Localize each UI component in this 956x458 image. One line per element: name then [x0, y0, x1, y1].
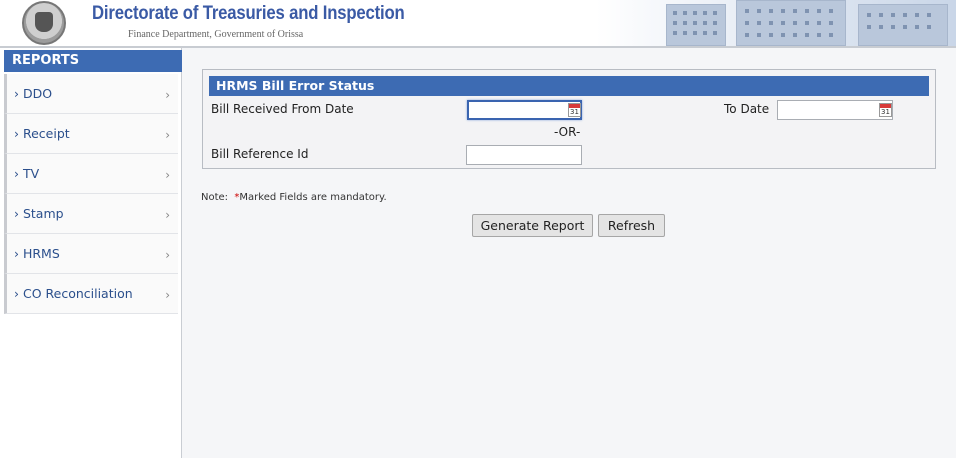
- chevron-right-icon: ›: [165, 208, 170, 222]
- sidebar-item-label: › HRMS: [14, 246, 60, 261]
- sidebar-item-hrms[interactable]: › HRMS ›: [4, 234, 178, 274]
- sidebar-item-label: › DDO: [14, 86, 53, 101]
- site-subtitle: Finance Department, Government of Orissa: [128, 29, 304, 40]
- sidebar: REPORTS › DDO › › Receipt › › TV › › Sta…: [0, 48, 182, 458]
- hrms-bill-error-form: HRMS Bill Error Status Bill Received Fro…: [202, 69, 936, 169]
- note-text: Marked Fields are mandatory.: [239, 192, 387, 203]
- calendar-icon[interactable]: 31: [568, 103, 581, 117]
- chevron-right-icon: ›: [165, 168, 170, 182]
- chevron-right-icon: ›: [165, 88, 170, 102]
- sidebar-heading: REPORTS: [4, 50, 182, 72]
- calendar-icon[interactable]: 31: [879, 103, 892, 117]
- sidebar-item-co-reconciliation[interactable]: › CO Reconciliation ›: [4, 274, 178, 314]
- building-block: [736, 0, 846, 46]
- or-separator: -OR-: [554, 125, 581, 139]
- note-prefix: Note:: [201, 192, 229, 203]
- from-date-label: Bill Received From Date: [211, 102, 354, 116]
- mandatory-note: Note: *Marked Fields are mandatory.: [201, 192, 387, 203]
- sidebar-item-label: › Stamp: [14, 206, 64, 221]
- sidebar-item-label: › TV: [14, 166, 40, 181]
- state-emblem-icon: [22, 1, 66, 45]
- refresh-button[interactable]: Refresh: [598, 214, 665, 237]
- sidebar-item-stamp[interactable]: › Stamp ›: [4, 194, 178, 234]
- building-block: [666, 4, 726, 46]
- sidebar-item-receipt[interactable]: › Receipt ›: [4, 114, 178, 154]
- chevron-right-icon: ›: [165, 248, 170, 262]
- site-header: Directorate of Treasuries and Inspection…: [0, 0, 956, 46]
- site-title: Directorate of Treasuries and Inspection: [92, 3, 405, 24]
- sidebar-item-tv[interactable]: › TV ›: [4, 154, 178, 194]
- sidebar-item-label: › Receipt: [14, 126, 70, 141]
- header-building-image: [596, 0, 956, 46]
- to-date-input[interactable]: [777, 100, 893, 120]
- sidebar-item-ddo[interactable]: › DDO ›: [4, 74, 178, 114]
- sidebar-menu: › DDO › › Receipt › › TV › › Stamp › › H…: [4, 74, 178, 314]
- chevron-right-icon: ›: [165, 288, 170, 302]
- chevron-right-icon: ›: [165, 128, 170, 142]
- bill-reference-label: Bill Reference Id: [211, 147, 309, 161]
- from-date-input[interactable]: [467, 100, 582, 120]
- form-title: HRMS Bill Error Status: [209, 76, 929, 96]
- sidebar-item-label: › CO Reconciliation: [14, 286, 133, 301]
- generate-report-button[interactable]: Generate Report: [472, 214, 593, 237]
- bill-reference-input[interactable]: [466, 145, 582, 165]
- to-date-label: To Date: [724, 102, 770, 116]
- building-block: [858, 4, 948, 46]
